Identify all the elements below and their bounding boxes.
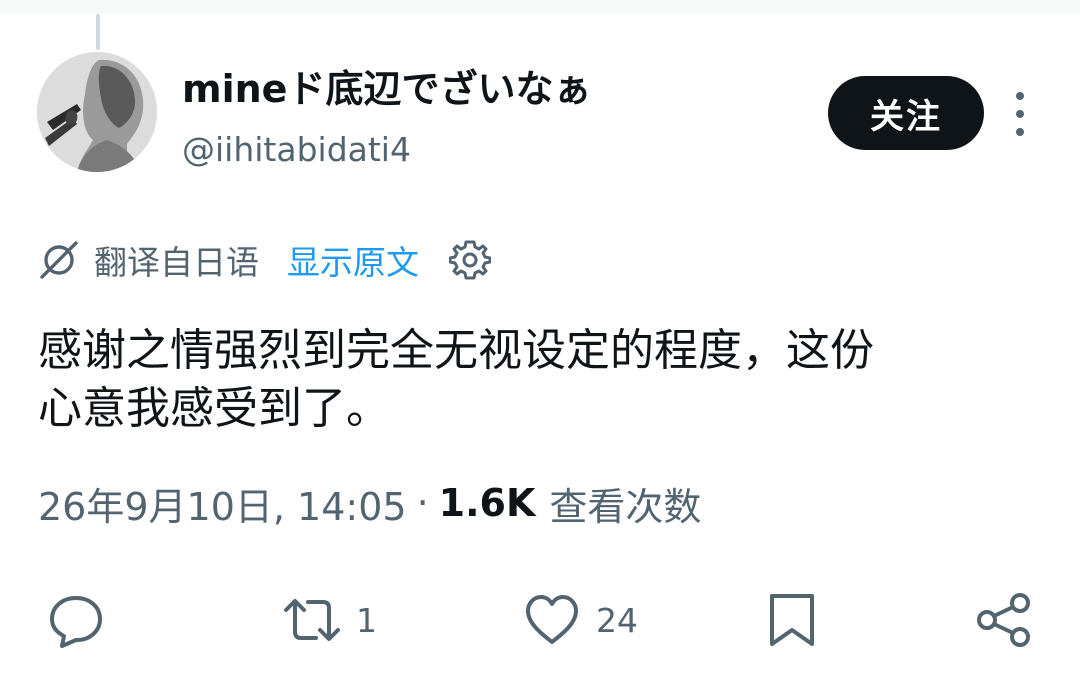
reply-button[interactable] [46,590,106,650]
like-button[interactable]: 24 [522,590,638,650]
like-count: 24 [596,600,638,640]
meta-separator: · [416,481,429,525]
translation-bar: 翻译自日语 显示原文 [38,236,491,284]
avatar-portrait-icon [37,52,157,172]
avatar[interactable] [37,52,157,172]
show-original-link[interactable]: 显示原文 [287,236,419,284]
translation-label: 翻译自日语 [94,243,259,282]
views-count: 1.6K [438,481,536,525]
share-button[interactable] [974,590,1034,650]
reply-icon [50,596,102,648]
tweet-detail: mineド底辺でざいなぁ @iihitabidati4 关注 翻译自日语 显示原… [0,0,1080,695]
more-options-icon[interactable] [1004,92,1036,136]
share-icon [977,593,1030,647]
tweet-text: 感谢之情强烈到完全无视设定的程度，这份 心意我感受到了。 [38,325,874,434]
heart-icon [526,595,578,644]
gear-icon[interactable] [449,239,491,281]
views-label: 查看次数 [549,484,702,529]
follow-button[interactable]: 关注 [828,76,984,150]
more-dot [1016,128,1024,136]
tweet-meta: 26年9月10日, 14:05 · 1.6K 查看次数 [38,476,701,530]
thread-connector-line [96,14,100,50]
timestamp[interactable]: 26年9月10日, 14:05 [38,476,407,531]
retweet-count: 1 [356,600,377,640]
more-dot [1016,110,1024,118]
bookmark-button[interactable] [762,590,822,650]
more-dot [1016,92,1024,100]
divider [0,560,1080,561]
author-display-name[interactable]: mineド底辺でざいなぁ [182,66,591,112]
author-handle[interactable]: @iihitabidati4 [182,130,411,170]
retweet-button[interactable]: 1 [282,590,377,650]
translate-icon [40,241,78,279]
top-strip [0,0,1080,14]
retweet-icon [284,599,340,641]
bookmark-icon [770,594,814,646]
